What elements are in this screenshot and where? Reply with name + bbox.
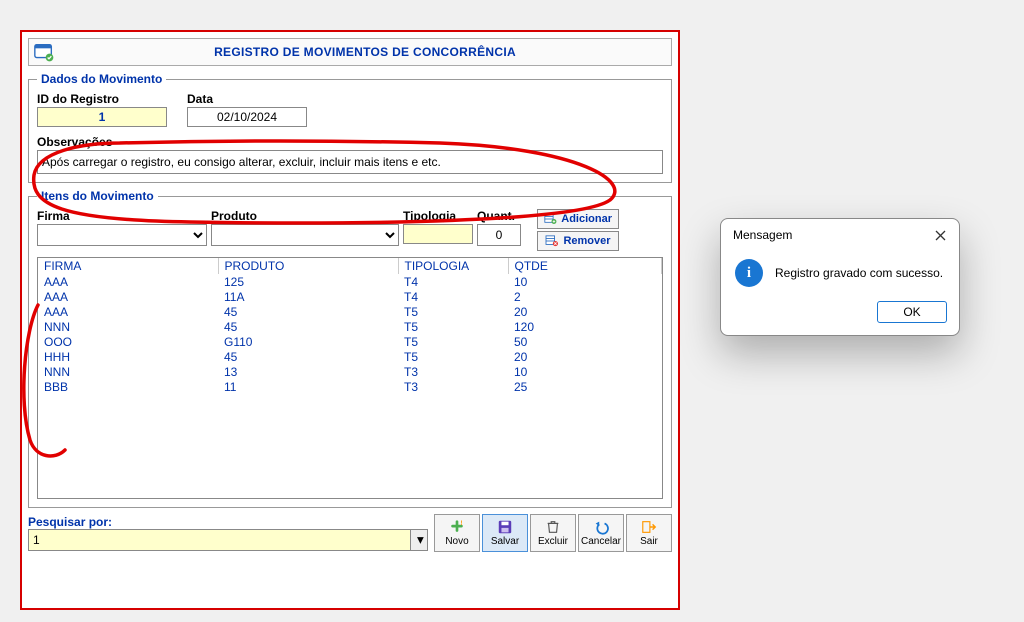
id-registro-input[interactable] — [37, 107, 167, 127]
id-label: ID do Registro — [37, 92, 167, 106]
table-row[interactable]: HHH45T520 — [38, 349, 662, 364]
close-icon — [935, 230, 946, 241]
pesquisar-dropdown-button[interactable]: ▾ — [410, 529, 428, 551]
cell-qtde: 2 — [508, 289, 662, 304]
cell-produto: 125 — [218, 274, 398, 289]
col-produto[interactable]: PRODUTO — [218, 258, 398, 274]
dialog-close-button[interactable] — [929, 225, 951, 245]
dialog-title: Mensagem — [733, 228, 792, 242]
table-row[interactable]: AAA125T410 — [38, 274, 662, 289]
form-title: REGISTRO DE MOVIMENTOS DE CONCORRÊNCIA — [59, 45, 671, 59]
excluir-button[interactable]: Excluir — [530, 514, 576, 552]
cell-qtde: 20 — [508, 304, 662, 319]
cell-firma: NNN — [38, 364, 218, 379]
obs-label: Observações — [37, 135, 663, 149]
cell-tipologia: T3 — [398, 379, 508, 394]
cell-tipologia: T5 — [398, 349, 508, 364]
cell-produto: 13 — [218, 364, 398, 379]
dados-legend: Dados do Movimento — [37, 72, 166, 86]
cell-firma: NNN — [38, 319, 218, 334]
new-icon: ! — [448, 519, 466, 535]
sair-button[interactable]: Sair — [626, 514, 672, 552]
table-row[interactable]: NNN45T5120 — [38, 319, 662, 334]
cell-firma: HHH — [38, 349, 218, 364]
cell-firma: AAA — [38, 289, 218, 304]
cell-tipologia: T3 — [398, 364, 508, 379]
table-row[interactable]: OOOG110T550 — [38, 334, 662, 349]
add-row-icon — [544, 213, 557, 225]
trash-icon — [544, 519, 562, 535]
produto-combo[interactable] — [211, 224, 399, 246]
cell-produto: 11 — [218, 379, 398, 394]
main-form-panel: REGISTRO DE MOVIMENTOS DE CONCORRÊNCIA D… — [20, 30, 680, 610]
footer-bar: Pesquisar por: ▾ ! Novo Salvar Excluir C… — [28, 514, 672, 552]
data-label: Data — [187, 92, 307, 106]
quant-input[interactable] — [477, 224, 521, 246]
dialog-ok-button[interactable]: OK — [877, 301, 947, 323]
cell-tipologia: T4 — [398, 289, 508, 304]
cell-produto: 11A — [218, 289, 398, 304]
cell-qtde: 10 — [508, 274, 662, 289]
cell-produto: 45 — [218, 349, 398, 364]
tipologia-input[interactable] — [403, 224, 473, 244]
save-icon — [496, 519, 514, 535]
cell-qtde: 50 — [508, 334, 662, 349]
cancelar-button[interactable]: Cancelar — [578, 514, 624, 552]
tipologia-label: Tipologia — [403, 209, 473, 223]
cell-tipologia: T5 — [398, 304, 508, 319]
adicionar-button[interactable]: Adicionar — [537, 209, 619, 229]
cell-qtde: 25 — [508, 379, 662, 394]
itens-movimento-group: Itens do Movimento Firma Produto Tipolog… — [28, 189, 672, 508]
dialog-message: Registro gravado com sucesso. — [775, 266, 943, 280]
cell-produto: 45 — [218, 319, 398, 334]
cell-produto: 45 — [218, 304, 398, 319]
firma-combo[interactable] — [37, 224, 207, 246]
cell-qtde: 10 — [508, 364, 662, 379]
table-row[interactable]: AAA11AT42 — [38, 289, 662, 304]
col-qtde[interactable]: QTDE — [508, 258, 662, 274]
cell-produto: G110 — [218, 334, 398, 349]
remove-row-icon — [545, 235, 559, 247]
data-input[interactable] — [187, 107, 307, 127]
grid-header-row: FIRMA PRODUTO TIPOLOGIA QTDE — [38, 258, 662, 274]
cell-qtde: 120 — [508, 319, 662, 334]
firma-label: Firma — [37, 209, 207, 223]
cell-qtde: 20 — [508, 349, 662, 364]
title-bar: REGISTRO DE MOVIMENTOS DE CONCORRÊNCIA — [28, 38, 672, 66]
remover-button[interactable]: Remover — [537, 231, 619, 251]
col-tipologia[interactable]: TIPOLOGIA — [398, 258, 508, 274]
svg-text:!: ! — [461, 520, 463, 527]
table-row[interactable]: AAA45T520 — [38, 304, 662, 319]
exit-icon — [640, 519, 658, 535]
cell-tipologia: T5 — [398, 319, 508, 334]
table-row[interactable]: BBB11T325 — [38, 379, 662, 394]
cell-firma: AAA — [38, 274, 218, 289]
cell-firma: OOO — [38, 334, 218, 349]
observacoes-input[interactable] — [37, 150, 663, 174]
pesquisar-input[interactable] — [28, 529, 411, 551]
info-icon: i — [735, 259, 763, 287]
cell-tipologia: T5 — [398, 334, 508, 349]
pesquisar-label: Pesquisar por: — [28, 515, 428, 529]
salvar-button[interactable]: Salvar — [482, 514, 528, 552]
cell-firma: BBB — [38, 379, 218, 394]
col-firma[interactable]: FIRMA — [38, 258, 218, 274]
itens-grid[interactable]: FIRMA PRODUTO TIPOLOGIA QTDE AAA125T410A… — [37, 257, 663, 499]
table-row[interactable]: NNN13T310 — [38, 364, 662, 379]
cell-firma: AAA — [38, 304, 218, 319]
quant-label: Quant. — [477, 209, 533, 223]
novo-button[interactable]: ! Novo — [434, 514, 480, 552]
produto-label: Produto — [211, 209, 399, 223]
undo-icon — [592, 519, 610, 535]
message-dialog: Mensagem i Registro gravado com sucesso.… — [720, 218, 960, 336]
window-icon — [33, 41, 55, 63]
cell-tipologia: T4 — [398, 274, 508, 289]
dados-movimento-group: Dados do Movimento ID do Registro Data O… — [28, 72, 672, 183]
itens-legend: Itens do Movimento — [37, 189, 158, 203]
